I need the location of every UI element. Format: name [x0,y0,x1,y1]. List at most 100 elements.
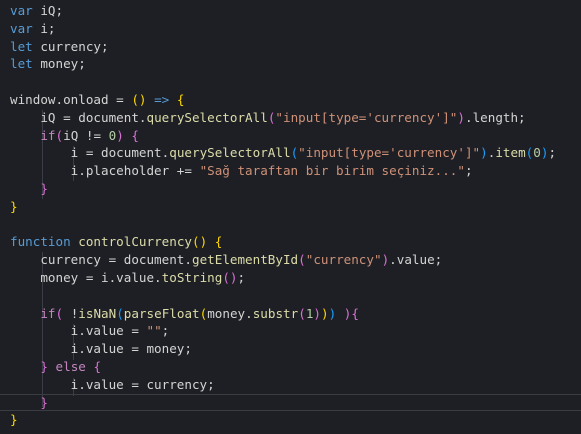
code-line[interactable]: } [10,411,581,429]
code-line[interactable]: var i; [10,20,581,38]
code-token: else [55,358,86,374]
code-token: money = i.value. [10,269,162,285]
code-token: } [10,198,18,214]
code-token: if [40,305,56,321]
code-token: i.value = currency; [10,376,215,392]
code-token: } [40,180,48,196]
code-token: iQ != [63,127,109,143]
code-token: var [10,20,33,36]
code-line[interactable]: window.onload = () => { [10,91,581,109]
code-line[interactable] [10,216,581,234]
code-token: ! [63,305,79,321]
code-token: function [10,234,71,250]
code-token: { [214,234,223,250]
code-token: isNaN [78,305,117,321]
code-token: { [93,358,102,374]
code-token: { [131,127,139,143]
code-token: parseFloat [123,305,200,321]
code-token: iQ; [32,3,64,18]
code-token: currency; [32,38,109,54]
code-editor[interactable]: var iQ; var i; let currency; let money; win… [0,0,581,434]
code-token: toString [161,269,223,285]
code-token: let [10,56,33,72]
code-token: querySelectorAll [169,145,291,161]
code-token: "" [146,323,162,339]
code-token: } [10,412,18,428]
code-line[interactable]: i.value = currency; [10,376,581,394]
code-lines[interactable]: var iQ; var i; let currency; let money; win… [0,2,581,429]
code-line[interactable]: } else { [10,358,581,376]
code-token: getElementById [191,252,299,268]
code-token: money. [207,305,253,321]
code-token: let [10,38,33,54]
code-token: ( [55,127,64,143]
code-token: ) [457,109,465,125]
code-token: () [131,91,147,107]
code-line[interactable]: let currency; [10,38,581,56]
code-token: .value; [389,252,443,268]
code-token: i; [32,20,56,36]
code-token: ; [237,269,246,285]
code-token: money; [32,56,86,72]
code-line[interactable]: } [10,198,581,216]
code-line[interactable]: i.value = money; [10,340,581,358]
code-line[interactable] [10,287,581,305]
code-line[interactable]: if( !isNaN(parseFloat(money.substr(1))) … [10,305,581,323]
code-token: } [40,394,48,410]
code-token: i.placeholder += [10,163,200,179]
code-token: () [222,269,238,285]
code-token: controlCurrency [78,234,192,250]
code-line[interactable]: var iQ; [10,2,581,20]
code-line[interactable]: } [10,180,581,198]
code-line[interactable]: i.value = ""; [10,322,581,340]
code-token: ) [313,305,321,321]
code-token: if [40,127,56,143]
code-token: iQ = document. [10,109,147,125]
code-line[interactable]: currency = document.getElementById("curr… [10,251,581,269]
code-token: "input[type='currency']" [275,109,458,125]
code-token: { [351,305,359,321]
code-token: currency = document. [10,252,192,268]
code-line[interactable]: iQ = document.querySelectorAll("input[ty… [10,109,581,127]
code-token: "Sağ taraftan bir birim seçiniz..." [199,163,465,179]
code-token: => [154,91,170,107]
code-token: ( [298,252,306,268]
code-token: ; [161,323,170,339]
code-token: () [192,234,208,250]
code-token: ( [55,305,64,321]
code-token: substr [252,305,299,321]
code-token: i.value = [10,323,147,339]
code-token: ; [548,145,557,161]
code-token: i.value = money; [10,341,192,357]
code-token: i = document. [10,145,170,161]
code-token: ) [116,127,124,143]
code-token: { [176,91,185,107]
code-line[interactable]: i.placeholder += "Sağ taraftan bir birim… [10,162,581,180]
code-token: "currency" [305,252,382,268]
code-token: ) [480,145,488,161]
code-token: ( [298,305,306,321]
code-line[interactable]: money = i.value.toString(); [10,269,581,287]
code-line[interactable]: function controlCurrency() { [10,233,581,251]
code-token: "input[type='currency']" [298,145,481,161]
code-token: querySelectorAll [146,109,268,125]
code-line[interactable]: } [0,393,581,412]
code-line[interactable]: i = document.querySelectorAll("input[typ… [10,144,581,162]
code-line[interactable] [10,73,581,91]
code-token: .length; [464,109,526,125]
code-token: item [495,145,526,161]
code-token: ) [321,305,329,321]
code-token: ( [116,305,124,321]
code-line[interactable]: if(iQ != 0) { [10,127,581,145]
code-line[interactable]: let money; [10,55,581,73]
code-token: var [10,3,33,18]
